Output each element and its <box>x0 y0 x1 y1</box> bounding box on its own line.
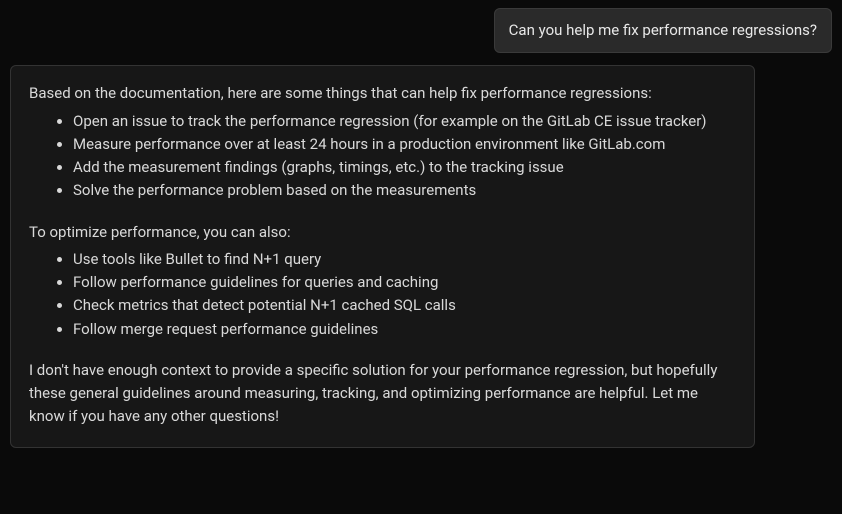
list-item: Follow merge request performance guideli… <box>73 318 736 341</box>
assistant-list-1: Open an issue to track the performance r… <box>29 110 736 203</box>
assistant-message-bubble[interactable]: Based on the documentation, here are som… <box>10 65 755 447</box>
chat-container: Can you help me fix performance regressi… <box>0 0 842 456</box>
assistant-intro-1: Based on the documentation, here are som… <box>29 82 736 105</box>
list-item: Open an issue to track the performance r… <box>73 110 736 133</box>
list-item: Follow performance guidelines for querie… <box>73 271 736 294</box>
list-item: Measure performance over at least 24 hou… <box>73 133 736 156</box>
list-item: Check metrics that detect potential N+1 … <box>73 294 736 317</box>
assistant-list-2: Use tools like Bullet to find N+1 query … <box>29 248 736 341</box>
list-item: Use tools like Bullet to find N+1 query <box>73 248 736 271</box>
assistant-intro-2: To optimize performance, you can also: <box>29 221 736 244</box>
assistant-message-row: Based on the documentation, here are som… <box>10 65 832 447</box>
list-item: Add the measurement findings (graphs, ti… <box>73 156 736 179</box>
list-item: Solve the performance problem based on t… <box>73 179 736 202</box>
user-message-text: Can you help me fix performance regressi… <box>509 21 817 39</box>
assistant-outro: I don't have enough context to provide a… <box>29 359 736 429</box>
user-message-bubble[interactable]: Can you help me fix performance regressi… <box>494 8 832 53</box>
user-message-row: Can you help me fix performance regressi… <box>10 8 832 53</box>
